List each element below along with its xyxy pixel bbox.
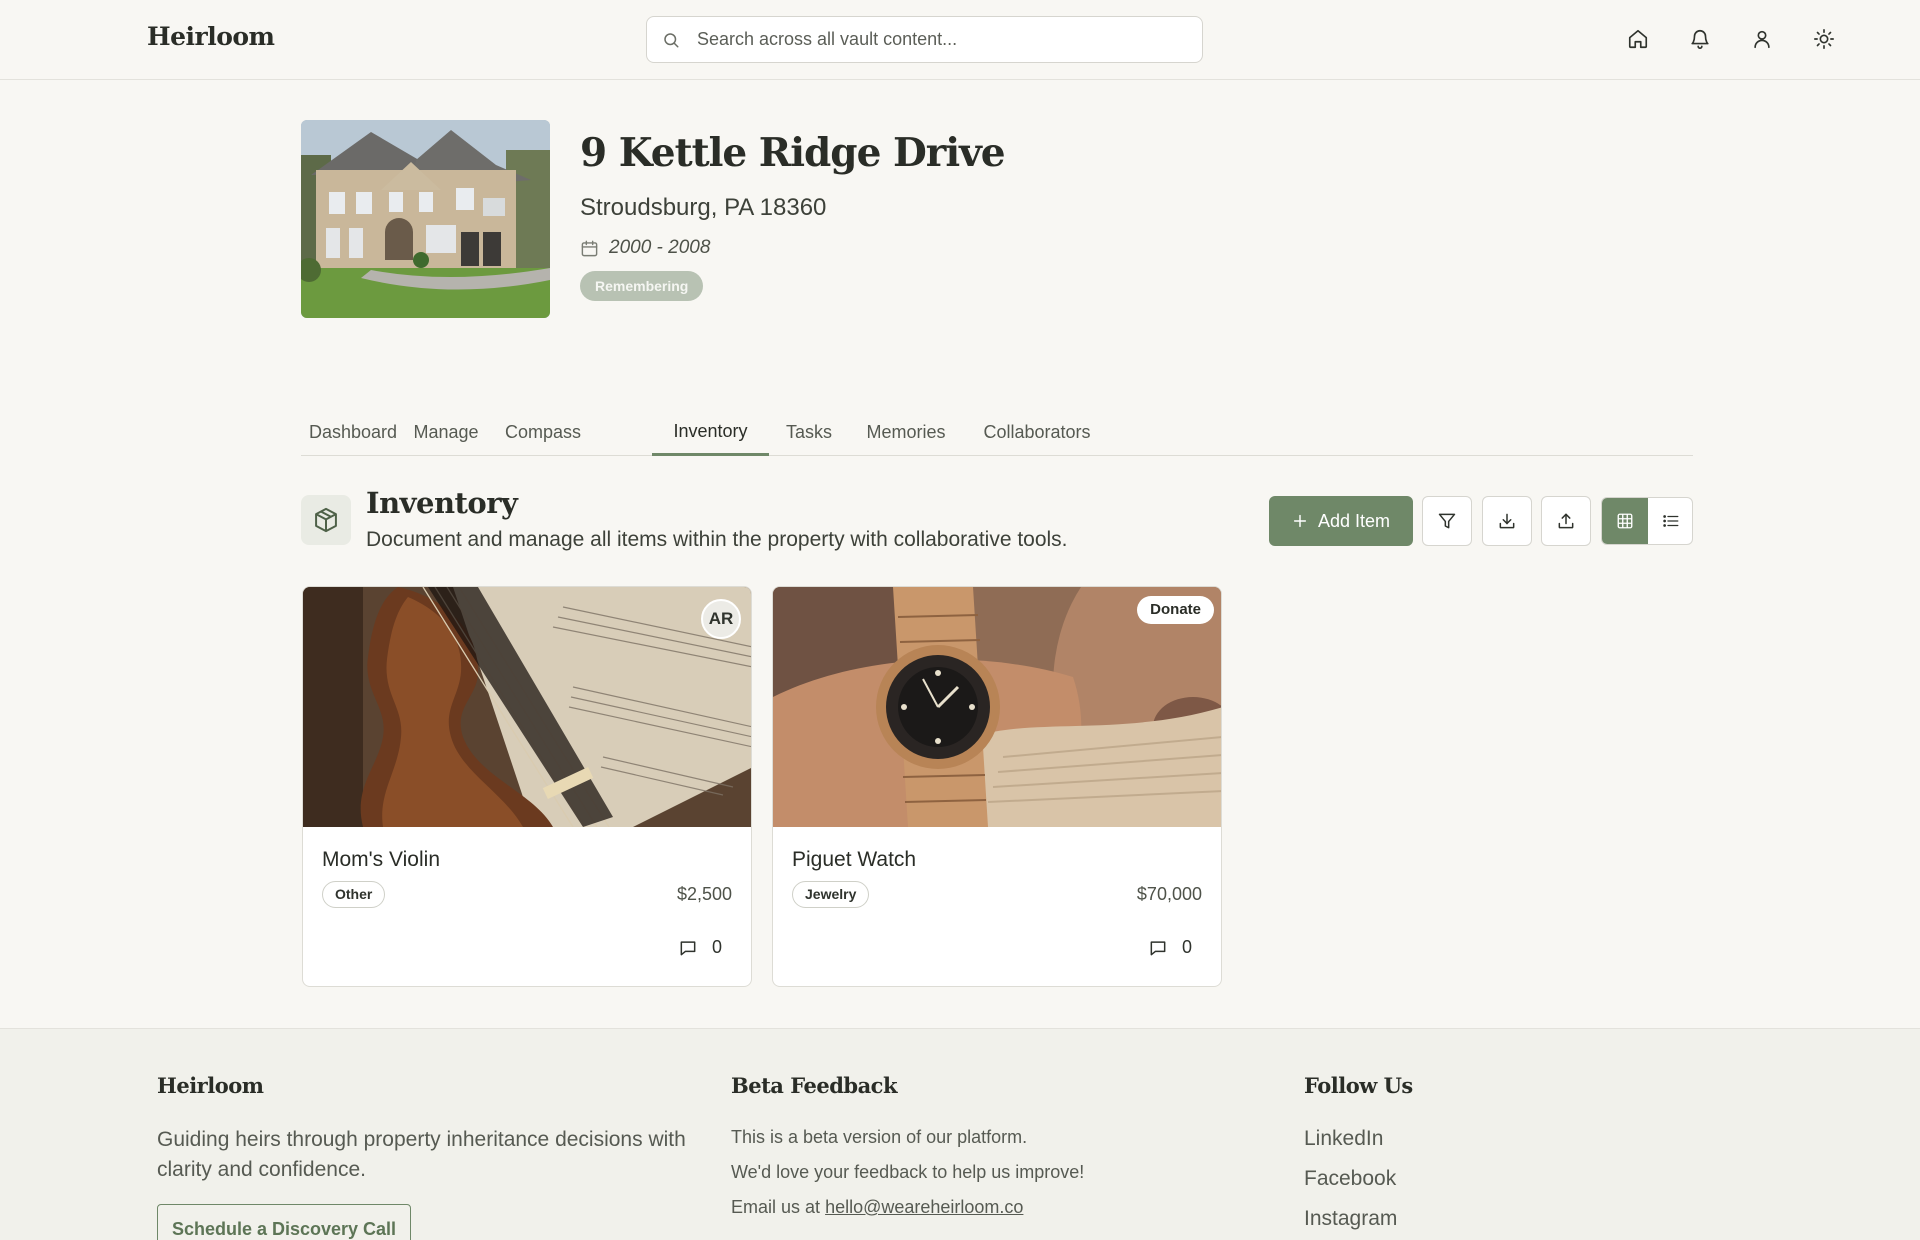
instagram-link[interactable]: Instagram <box>1304 1207 1397 1231</box>
follow-us-title: Follow Us <box>1304 1073 1413 1098</box>
download-button[interactable] <box>1482 496 1532 546</box>
item-price: $2,500 <box>676 884 732 904</box>
item-photo: AR <box>303 587 751 827</box>
linkedin-link[interactable]: LinkedIn <box>1304 1127 1383 1151</box>
add-item-button[interactable]: Add Item <box>1269 496 1413 546</box>
tab-inventory[interactable]: Inventory <box>652 410 769 456</box>
beta-email-prefix: Email us at <box>731 1197 821 1217</box>
comment-count-value: 0 <box>711 937 722 957</box>
tab-collaborators[interactable]: Collaborators <box>963 410 1111 456</box>
comment-count-value: 0 <box>1181 937 1192 957</box>
search-input[interactable] <box>697 17 1187 62</box>
filter-icon <box>1438 513 1456 529</box>
tab-dashboard[interactable]: Dashboard <box>301 410 405 456</box>
comment-icon <box>680 940 696 955</box>
view-toggle <box>1601 497 1693 545</box>
donate-badge: Donate <box>1137 596 1214 624</box>
top-bar: Heirloom <box>0 0 1920 80</box>
search-box[interactable] <box>646 16 1203 63</box>
inventory-card[interactable]: Donate Piguet Watch Jewelry $70,000 0 <box>772 586 1222 987</box>
tab-tasks[interactable]: Tasks <box>769 410 849 456</box>
upload-icon <box>1558 513 1574 529</box>
tab-bar: Dashboard Manage Compass Inventory Tasks… <box>301 410 1693 456</box>
item-price: $70,000 <box>1136 884 1202 904</box>
footer: Heirloom Guiding heirs through property … <box>0 1028 1920 1240</box>
item-title: Piguet Watch <box>792 848 917 871</box>
brand-logo[interactable]: Heirloom <box>147 22 275 51</box>
bell-icon[interactable] <box>1687 26 1713 52</box>
footer-brand: Heirloom <box>157 1073 264 1098</box>
list-icon <box>1663 515 1679 527</box>
beta-email-line: Email us at hello@weareheirloom.co <box>731 1197 1023 1218</box>
schedule-call-button[interactable]: Schedule a Discovery Call <box>157 1204 411 1240</box>
calendar-icon <box>581 240 598 256</box>
comment-count[interactable]: 0 <box>678 937 722 958</box>
grid-icon <box>1617 513 1633 529</box>
property-address: Stroudsburg, PA 18360 <box>580 194 827 221</box>
package-icon <box>301 495 351 545</box>
avatar: AR <box>701 599 741 639</box>
list-view-button[interactable] <box>1648 498 1692 544</box>
facebook-link[interactable]: Facebook <box>1304 1167 1396 1191</box>
tab-compass[interactable]: Compass <box>487 410 599 456</box>
comment-count[interactable]: 0 <box>1148 937 1192 958</box>
user-icon[interactable] <box>1749 26 1775 52</box>
tab-memories[interactable]: Memories <box>849 410 963 456</box>
property-title: 9 Kettle Ridge Drive <box>580 130 1006 176</box>
footer-tagline: Guiding heirs through property inheritan… <box>157 1128 686 1181</box>
add-item-label: Add Item <box>1317 510 1391 531</box>
beta-line-1: This is a beta version of our platform. <box>731 1127 1028 1147</box>
property-dates: 2000 - 2008 <box>580 237 710 259</box>
beta-line-2: We'd love your feedback to help us impro… <box>731 1162 1085 1182</box>
section-description: Document and manage all items within the… <box>366 528 1068 551</box>
download-icon <box>1499 513 1515 529</box>
sun-icon[interactable] <box>1811 26 1837 52</box>
section-title: Inventory <box>366 486 518 520</box>
grid-view-button[interactable] <box>1602 498 1648 544</box>
tab-manage[interactable]: Manage <box>405 410 487 456</box>
status-badge: Remembering <box>580 271 704 301</box>
filter-button[interactable] <box>1422 496 1472 546</box>
item-photo: Donate <box>773 587 1221 827</box>
item-title: Mom's Violin <box>322 848 440 871</box>
home-icon[interactable] <box>1625 26 1651 52</box>
category-chip: Other <box>322 881 386 908</box>
upload-button[interactable] <box>1541 496 1591 546</box>
property-photo <box>301 120 550 318</box>
plus-icon <box>1293 514 1307 528</box>
search-icon <box>664 33 679 48</box>
email-link[interactable]: hello@weareheirloom.co <box>825 1197 1023 1217</box>
inventory-card[interactable]: AR Mom's Violin Other $2,500 0 <box>302 586 752 987</box>
category-chip: Jewelry <box>792 881 870 908</box>
property-date-range: 2000 - 2008 <box>609 237 711 258</box>
beta-feedback-title: Beta Feedback <box>731 1073 898 1098</box>
comment-icon <box>1150 940 1166 955</box>
